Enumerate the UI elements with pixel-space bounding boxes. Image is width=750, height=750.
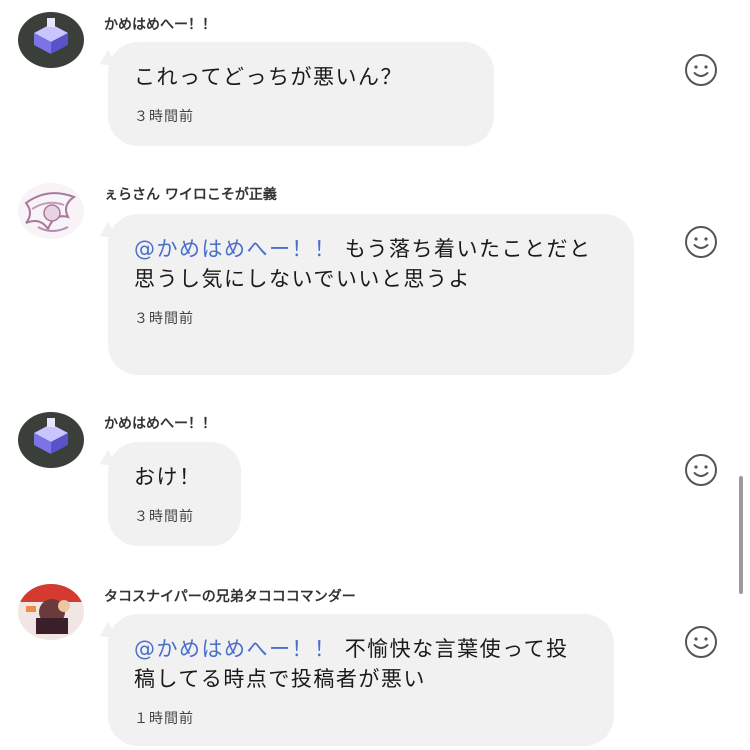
- comment-timestamp: １時間前: [134, 711, 194, 727]
- comment-feed: かめはめへー！！ これってどっちが悪いん？ ３時間前 ぇらさん ワイロこそが正義…: [0, 0, 750, 750]
- comment-author[interactable]: かめはめへー！！: [104, 14, 216, 34]
- reaction-button[interactable]: [683, 624, 719, 660]
- comment-text: @かめはめへー！！ もう落ち着いたことだと思うし気にしないでいいと思うよ: [134, 237, 592, 291]
- comment-bubble: これってどっちが悪いん？ ３時間前: [108, 42, 494, 146]
- comment-author[interactable]: タコスナイパーの兄弟タコココマンダー: [104, 586, 356, 606]
- avatar[interactable]: [18, 584, 84, 640]
- smiley-face-icon: [685, 454, 717, 486]
- sketch-character-avatar-icon: [18, 183, 84, 239]
- comment-bubble: @かめはめへー！！ もう落ち着いたことだと思うし気にしないでいいと思うよ ３時間…: [108, 214, 634, 375]
- mention-link[interactable]: @かめはめへー！！: [134, 637, 337, 661]
- comment-bubble: @かめはめへー！！ 不愉快な言葉使って投稿してる時点で投稿者が悪い １時間前: [108, 614, 614, 746]
- lilac-building-avatar-icon: [18, 412, 84, 468]
- comment-author[interactable]: かめはめへー！！: [104, 413, 216, 433]
- comment-text: これってどっちが悪いん？: [134, 65, 403, 89]
- lilac-building-avatar-icon: [18, 12, 84, 68]
- reaction-button[interactable]: [683, 452, 719, 488]
- reaction-button[interactable]: [683, 224, 719, 260]
- comment-text: おけ！: [134, 465, 202, 489]
- avatar[interactable]: [18, 183, 84, 239]
- comment-text: @かめはめへー！！ 不愉快な言葉使って投稿してる時点で投稿者が悪い: [134, 637, 569, 691]
- reaction-button[interactable]: [683, 52, 719, 88]
- smiley-face-icon: [685, 54, 717, 86]
- comment-timestamp: ３時間前: [134, 311, 194, 327]
- smiley-face-icon: [685, 626, 717, 658]
- mention-link[interactable]: @かめはめへー！！: [134, 237, 337, 261]
- scrollbar-thumb[interactable]: [739, 476, 743, 594]
- comment-bubble: おけ！ ３時間前: [108, 442, 241, 546]
- comment-timestamp: ３時間前: [134, 109, 194, 125]
- avatar[interactable]: [18, 12, 84, 68]
- comment-author[interactable]: ぇらさん ワイロこそが正義: [104, 184, 277, 204]
- smiley-face-icon: [685, 226, 717, 258]
- comment-timestamp: ３時間前: [134, 509, 194, 525]
- red-character-avatar-icon: [18, 584, 84, 640]
- avatar[interactable]: [18, 412, 84, 468]
